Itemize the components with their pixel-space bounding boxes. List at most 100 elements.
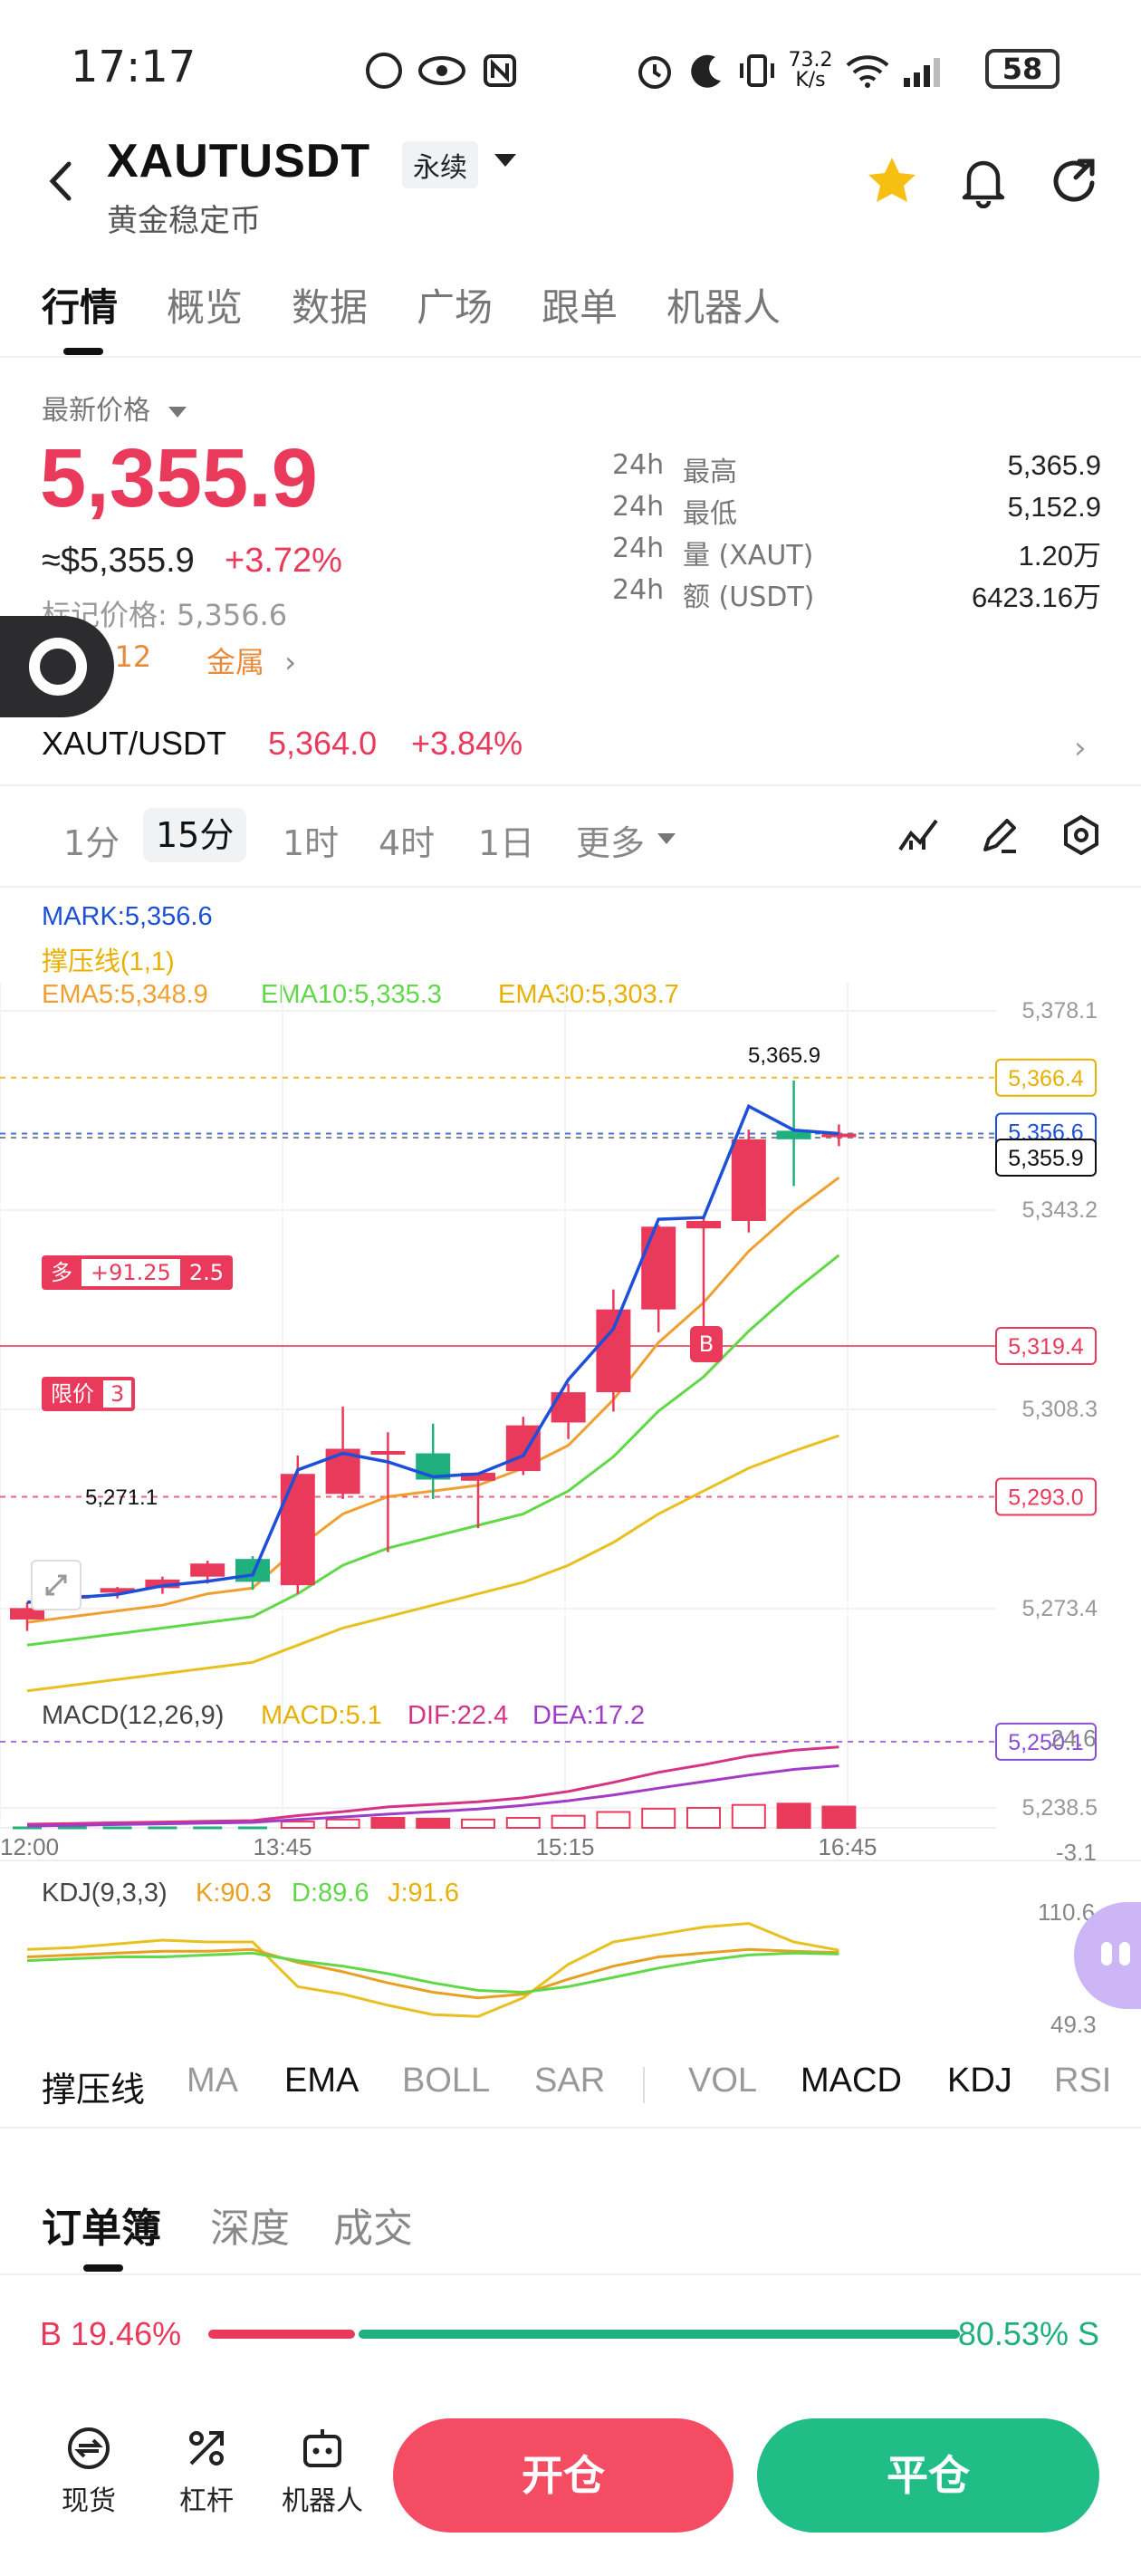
y-tick-label: 5,238.5 bbox=[1022, 1795, 1098, 1821]
x-tick-label: 16:45 bbox=[818, 1833, 877, 1860]
tab-square[interactable]: 广场 bbox=[417, 277, 493, 332]
spot-icon bbox=[68, 2427, 110, 2469]
draw-icon[interactable] bbox=[978, 813, 1021, 857]
nav-margin[interactable]: 杠杆 bbox=[161, 2424, 252, 2518]
indicator-support[interactable]: 撑压线 bbox=[42, 2062, 145, 2111]
moon-icon bbox=[691, 54, 721, 88]
price-type-selector[interactable]: 最新价格 bbox=[42, 388, 187, 428]
candle-body bbox=[505, 1425, 541, 1472]
battery-icon: 58 bbox=[985, 49, 1060, 89]
candle-body bbox=[235, 1559, 270, 1582]
symbol-title: XAUTUSDT bbox=[107, 135, 371, 187]
chevron-right-icon[interactable]: › bbox=[1074, 730, 1087, 766]
tab-trades[interactable]: 成交 bbox=[333, 2196, 413, 2254]
tab-copytrade[interactable]: 跟单 bbox=[542, 277, 618, 332]
candle-body bbox=[641, 1226, 676, 1310]
candle-body bbox=[280, 1474, 315, 1586]
alarm-icon bbox=[638, 56, 671, 89]
limit-order-tag[interactable]: 限价 3 bbox=[42, 1377, 136, 1411]
indicator-kdj[interactable]: KDJ bbox=[947, 2062, 1012, 2100]
settings-icon[interactable] bbox=[1060, 813, 1103, 857]
tab-orderbook[interactable]: 订单簿 bbox=[42, 2196, 161, 2254]
spot-pair: XAUT/USDT bbox=[42, 725, 227, 762]
stat-label: 量 (XAUT) bbox=[683, 540, 814, 572]
macd-bar bbox=[776, 1802, 811, 1830]
nav-bot[interactable]: 机器人 bbox=[277, 2424, 368, 2518]
indicator-ema[interactable]: EMA bbox=[284, 2062, 359, 2100]
net-speed: 73.2 K/s bbox=[788, 49, 833, 91]
sell-ratio: 80.53% S bbox=[957, 2315, 1099, 2352]
spot-change: +3.84% bbox=[411, 725, 523, 762]
macd-bar bbox=[280, 1821, 315, 1829]
stat-value: 5,365.9 bbox=[1007, 449, 1101, 481]
bot-eye bbox=[1119, 1942, 1130, 1966]
macd-bar bbox=[505, 1816, 541, 1830]
tab-bot[interactable]: 机器人 bbox=[666, 277, 781, 332]
kline-chart[interactable]: MARK:5,356.6 撑压线(1,1) EMA5:5,348.9 EMA10… bbox=[0, 891, 1141, 2042]
stat-value: 6423.16万 bbox=[971, 582, 1101, 613]
active-tab-indicator bbox=[63, 348, 103, 355]
indicator-sar[interactable]: SAR bbox=[534, 2062, 605, 2100]
divider bbox=[0, 886, 1141, 888]
chevron-down-icon[interactable] bbox=[494, 154, 516, 167]
indicator-boll[interactable]: BOLL bbox=[402, 2062, 490, 2100]
interval-15m[interactable]: 15分 bbox=[143, 808, 247, 862]
spot-price: 5,364.0 bbox=[268, 725, 378, 762]
position-size: 2.5 bbox=[188, 1260, 224, 1285]
macd-bar bbox=[596, 1811, 631, 1830]
gate-logo-icon bbox=[29, 638, 87, 696]
back-icon[interactable] bbox=[40, 159, 85, 204]
star-icon[interactable] bbox=[866, 156, 918, 207]
tab-overview[interactable]: 概览 bbox=[167, 277, 243, 332]
status-right-icons: 73.2 K/s bbox=[634, 43, 949, 98]
indicator-rsi[interactable]: RSI bbox=[1054, 2062, 1111, 2100]
interval-1h[interactable]: 1时 bbox=[283, 815, 339, 865]
category-link[interactable]: 金属 › bbox=[206, 639, 296, 681]
candle-body bbox=[370, 1451, 406, 1456]
share-icon[interactable] bbox=[1050, 156, 1101, 207]
tab-data[interactable]: 数据 bbox=[292, 277, 368, 332]
interval-4h[interactable]: 4时 bbox=[379, 815, 435, 865]
y-tick-label: 5,273.4 bbox=[1022, 1596, 1098, 1621]
kdj-d-line bbox=[26, 1951, 839, 1994]
floating-assistant-button[interactable] bbox=[0, 616, 114, 717]
position-tag[interactable]: 多 +91.25 2.5 bbox=[42, 1255, 233, 1290]
macd-axis-top: 24.6 bbox=[1050, 1725, 1097, 1752]
tab-depth[interactable]: 深度 bbox=[210, 2196, 290, 2254]
expand-icon[interactable] bbox=[31, 1560, 82, 1610]
interval-1d[interactable]: 1日 bbox=[478, 815, 534, 865]
bell-icon[interactable] bbox=[960, 154, 1007, 208]
interval-more[interactable]: 更多 bbox=[576, 815, 645, 865]
candle-body bbox=[596, 1309, 631, 1393]
macd-bar bbox=[416, 1817, 451, 1830]
y-tick-label: 5,343.2 bbox=[1022, 1197, 1098, 1223]
contract-type-selector[interactable]: 永续 bbox=[402, 141, 478, 188]
kdj-title: KDJ(9,3,3) bbox=[42, 1879, 168, 1908]
status-bar: 17:17 73.2 K/s 58 bbox=[0, 0, 1141, 136]
indicator-ma[interactable]: MA bbox=[187, 2062, 238, 2100]
order-label: 限价 bbox=[51, 1381, 94, 1407]
macd-title: MACD(12,26,9) bbox=[42, 1701, 225, 1730]
kdj-j: J:91.6 bbox=[388, 1879, 459, 1908]
indicator-vol[interactable]: VOL bbox=[688, 2062, 757, 2100]
price-label: 最新价格 bbox=[42, 395, 150, 427]
indicator-icon[interactable] bbox=[896, 813, 940, 857]
interval-1m[interactable]: 1分 bbox=[63, 815, 120, 865]
status-left-icons bbox=[366, 43, 518, 98]
nav-spot[interactable]: 现货 bbox=[43, 2424, 134, 2518]
stat-high: 24h 最高 5,365.9 bbox=[612, 449, 1101, 491]
y-tick-label: 5,308.3 bbox=[1022, 1397, 1098, 1422]
stat-value: 1.20万 bbox=[1018, 540, 1101, 572]
status-time: 17:17 bbox=[71, 42, 197, 92]
candle-body bbox=[190, 1563, 225, 1577]
wifi-icon bbox=[846, 55, 889, 88]
open-position-button[interactable]: 开仓 bbox=[393, 2418, 734, 2533]
chart-canvas[interactable]: 5,378.1 5,343.2 5,308.3 5,273.4 5,238.5 12:00… bbox=[0, 891, 1141, 2042]
macd-value: MACD:5.1 bbox=[261, 1701, 382, 1730]
vibrate-icon bbox=[740, 54, 774, 87]
close-position-button[interactable]: 平仓 bbox=[757, 2418, 1099, 2533]
y-tick-label: 5,378.1 bbox=[1022, 998, 1098, 1024]
divider bbox=[0, 2273, 1141, 2275]
indicator-macd[interactable]: MACD bbox=[801, 2062, 902, 2100]
tab-market[interactable]: 行情 bbox=[42, 277, 118, 332]
